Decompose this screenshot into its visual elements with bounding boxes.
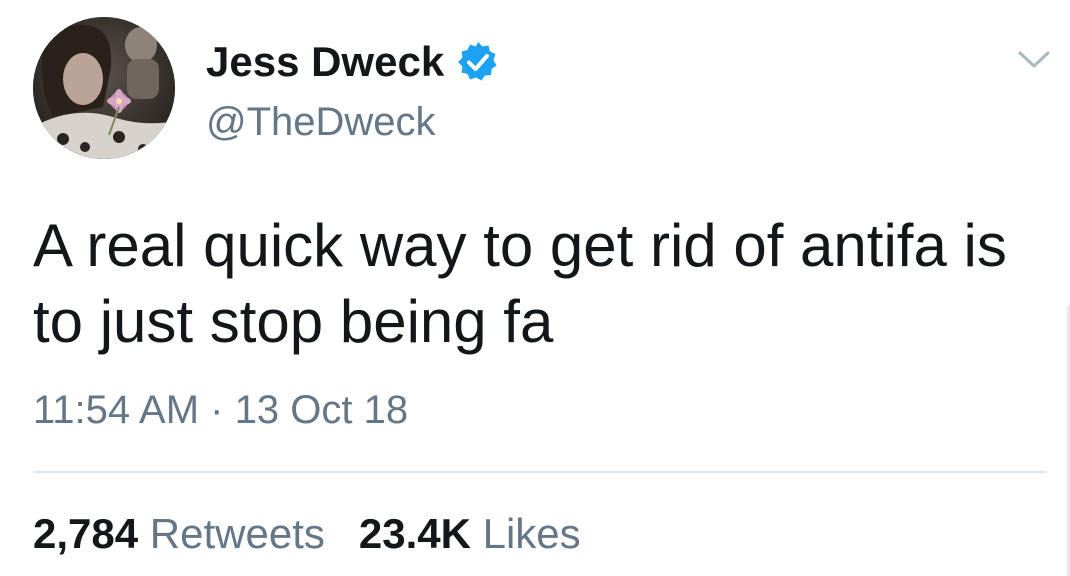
handle[interactable]: @TheDweck — [206, 98, 436, 146]
tweet-text: A real quick way to get rid of antifa is… — [33, 212, 1007, 355]
avatar-image — [33, 17, 175, 159]
verified-badge-icon — [456, 40, 500, 84]
tweet-time[interactable]: 11:54 AM — [33, 388, 199, 432]
display-name-row[interactable]: Jess Dweck — [206, 38, 500, 86]
avatar[interactable] — [33, 17, 175, 159]
divider — [33, 471, 1047, 473]
likes-count: 23.4K — [358, 510, 471, 557]
retweets-stat[interactable]: 2,784 Retweets — [33, 508, 325, 560]
timestamp[interactable]: 11:54 AM · 13 Oct 18 — [33, 386, 408, 434]
tweet-stats: 2,784 Retweets 23.4K Likes — [33, 508, 615, 560]
likes-label: Likes — [482, 510, 581, 557]
retweets-label: Retweets — [149, 510, 325, 557]
display-name[interactable]: Jess Dweck — [206, 38, 444, 86]
timestamp-separator: · — [210, 388, 224, 432]
tweet-date[interactable]: 13 Oct 18 — [235, 388, 408, 432]
likes-stat[interactable]: 23.4K Likes — [359, 508, 581, 560]
tweet-card: Jess Dweck @TheDweck A real quick way to… — [0, 0, 1070, 576]
chevron-down-icon[interactable] — [1016, 45, 1052, 73]
retweets-count: 2,784 — [33, 510, 139, 557]
